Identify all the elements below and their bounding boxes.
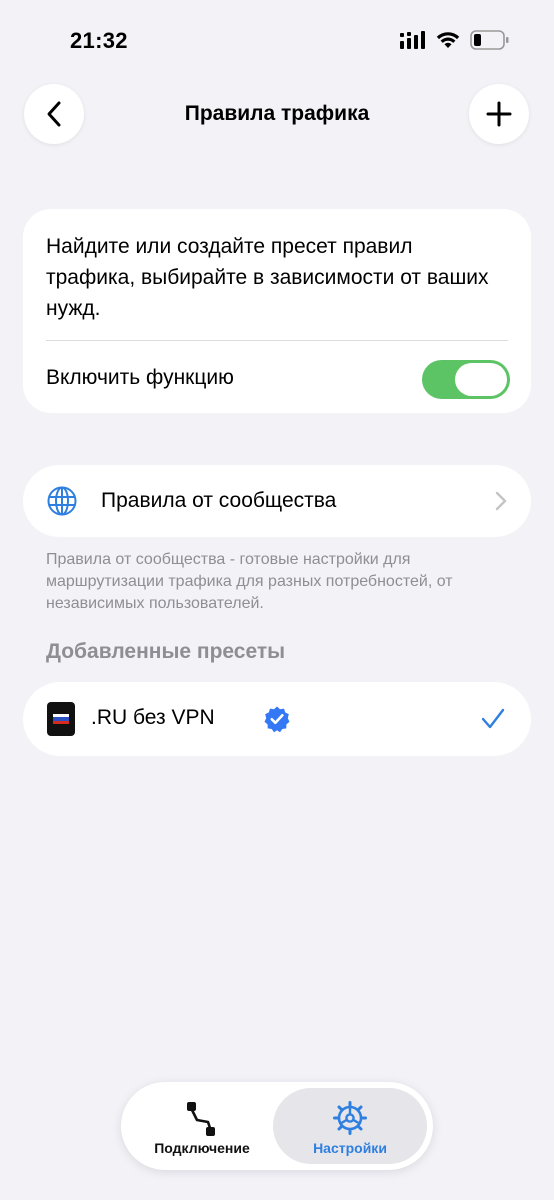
globe-icon — [47, 486, 77, 516]
add-preset-button[interactable] — [469, 84, 529, 144]
tab-settings-label: Настройки — [313, 1140, 387, 1156]
signal-icon — [400, 31, 425, 49]
plus-icon — [486, 101, 512, 127]
toggle-knob — [455, 363, 507, 396]
chevron-right-icon — [495, 491, 507, 511]
status-bar: 21:32 — [0, 0, 554, 84]
preset-thumbnail — [47, 702, 75, 736]
status-icons — [400, 30, 510, 50]
enable-feature-label: Включить функцию — [46, 366, 234, 389]
card-divider — [46, 340, 508, 341]
russia-flag-icon — [53, 714, 69, 724]
checkmark-icon — [481, 708, 505, 729]
preset-row-ru-without-vpn[interactable]: .RU без VPN — [23, 682, 531, 756]
status-time: 21:32 — [70, 28, 128, 53]
intro-description: Найдите или создайте пресет правил трафи… — [46, 235, 489, 320]
connection-icon — [187, 1102, 215, 1136]
settings-icon — [333, 1101, 367, 1135]
community-rules-label: Правила от сообщества — [101, 489, 337, 512]
tab-connection-label: Подключение — [154, 1140, 250, 1156]
community-rules-row[interactable]: Правила от сообщества — [23, 465, 531, 537]
preset-label: .RU без VPN — [91, 706, 215, 729]
presets-section-header: Добавленные пресеты — [46, 640, 286, 663]
battery-icon — [470, 30, 509, 50]
tab-connection[interactable]: Подключение — [125, 1088, 279, 1164]
tab-settings[interactable]: Настройки — [273, 1088, 427, 1164]
tab-bar: Подключение Настройки — [121, 1082, 433, 1170]
verified-badge-icon — [264, 706, 290, 733]
wifi-icon — [436, 32, 460, 48]
navigation-bar: Правила трафика — [0, 84, 554, 146]
community-footnote: Правила от сообщества - готовые настройк… — [46, 551, 453, 612]
enable-feature-toggle[interactable] — [422, 360, 510, 399]
intro-card: Найдите или создайте пресет правил трафи… — [23, 209, 531, 413]
